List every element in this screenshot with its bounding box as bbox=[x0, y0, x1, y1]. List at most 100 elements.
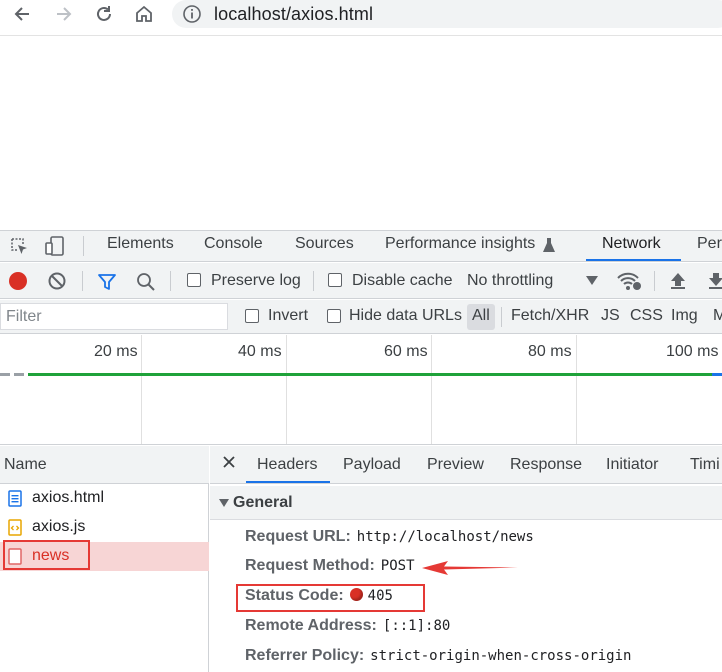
experiment-flask-icon bbox=[543, 238, 555, 252]
timeline-gridline bbox=[286, 335, 287, 444]
tab-initiator[interactable]: Initiator bbox=[606, 456, 658, 474]
home-icon bbox=[136, 5, 152, 22]
annotation-highlight-box bbox=[3, 540, 90, 570]
request-row-axios-html[interactable]: axios.html bbox=[0, 484, 209, 513]
reload-button[interactable] bbox=[90, 2, 118, 26]
request-row-axios-js[interactable]: axios.js bbox=[0, 513, 209, 542]
arrow-left-icon bbox=[14, 7, 29, 21]
timeline-tick: 100 ms bbox=[666, 343, 719, 360]
timeline-gridline bbox=[141, 335, 142, 444]
disable-cache-label[interactable]: Disable cache bbox=[352, 272, 453, 290]
inspect-element-icon[interactable] bbox=[9, 236, 29, 256]
preserve-log-checkbox[interactable] bbox=[187, 273, 201, 287]
section-title: General bbox=[233, 494, 293, 511]
request-list-header[interactable]: Name bbox=[0, 446, 209, 484]
export-har-icon[interactable] bbox=[706, 271, 722, 291]
tab-preview[interactable]: Preview bbox=[427, 456, 484, 474]
triangle-down-icon bbox=[219, 499, 229, 507]
clear-icon[interactable] bbox=[47, 271, 67, 291]
timeline-waiting-bar bbox=[0, 373, 28, 376]
device-toolbar-icon[interactable] bbox=[44, 235, 66, 257]
page-viewport bbox=[0, 37, 722, 230]
home-button[interactable] bbox=[130, 2, 158, 26]
filter-type-media[interactable]: M bbox=[713, 307, 722, 325]
close-icon[interactable] bbox=[222, 455, 236, 469]
name-column-header[interactable]: Name bbox=[4, 456, 47, 474]
toolbar-divider bbox=[83, 236, 84, 256]
filter-type-js[interactable]: JS bbox=[601, 307, 620, 325]
filter-type-img[interactable]: Img bbox=[671, 307, 698, 325]
tab-performance-insights[interactable]: Performance insights bbox=[385, 235, 535, 253]
disable-cache-checkbox[interactable] bbox=[328, 273, 342, 287]
hide-data-urls-label[interactable]: Hide data URLs bbox=[349, 307, 462, 325]
network-conditions-icon[interactable] bbox=[616, 270, 642, 292]
invert-label[interactable]: Invert bbox=[268, 307, 308, 325]
devtools-tab-bar: Elements Console Sources Performance ins… bbox=[0, 230, 722, 262]
timeline-gridline bbox=[576, 335, 577, 444]
toolbar-divider bbox=[654, 271, 655, 291]
tab-sources[interactable]: Sources bbox=[295, 235, 354, 253]
header-key: Request Method: bbox=[245, 557, 375, 574]
filter-type-fetch-xhr[interactable]: Fetch/XHR bbox=[511, 307, 589, 325]
tab-response[interactable]: Response bbox=[510, 456, 582, 474]
tab-payload[interactable]: Payload bbox=[343, 456, 401, 474]
script-icon bbox=[8, 519, 22, 536]
header-value: POST bbox=[380, 558, 415, 574]
toolbar-divider bbox=[313, 271, 314, 291]
address-bar[interactable]: localhost/axios.html bbox=[172, 0, 722, 28]
search-icon[interactable] bbox=[136, 272, 156, 292]
timeline-tick: 60 ms bbox=[384, 343, 428, 360]
header-row-request-method: Request Method: POST bbox=[245, 557, 415, 575]
browser-toolbar: localhost/axios.html bbox=[0, 0, 722, 36]
timeline-tick: 80 ms bbox=[528, 343, 572, 360]
toolbar-divider bbox=[82, 271, 83, 291]
request-name: axios.html bbox=[32, 489, 105, 506]
header-key: Referrer Policy: bbox=[245, 647, 365, 664]
tab-performance[interactable]: Perf bbox=[697, 235, 722, 253]
details-tab-bar: Headers Payload Preview Response Initiat… bbox=[210, 446, 722, 484]
info-icon[interactable] bbox=[182, 4, 202, 24]
back-button[interactable] bbox=[8, 2, 36, 26]
header-key: Request URL: bbox=[245, 528, 351, 545]
tab-elements[interactable]: Elements bbox=[107, 235, 174, 253]
record-icon[interactable] bbox=[8, 271, 28, 291]
header-value: [::1]:80 bbox=[382, 618, 451, 634]
tab-console[interactable]: Console bbox=[204, 235, 263, 253]
tab-timing[interactable]: Timi bbox=[690, 456, 720, 474]
toolbar-divider bbox=[501, 307, 502, 327]
tab-headers[interactable]: Headers bbox=[257, 456, 317, 474]
network-toolbar: Preserve log Disable cache No throttling bbox=[0, 263, 722, 299]
tab-network-indicator bbox=[586, 259, 681, 261]
tab-performance-insights-label: Performance insights bbox=[385, 235, 536, 252]
filter-type-all[interactable]: All bbox=[472, 307, 490, 325]
filter-type-css[interactable]: CSS bbox=[630, 307, 663, 325]
url-text[interactable]: localhost/axios.html bbox=[214, 4, 373, 25]
reload-icon bbox=[97, 6, 111, 21]
header-row-remote-address: Remote Address: [::1]:80 bbox=[245, 617, 450, 635]
request-list: Name axios.html axios.js news bbox=[0, 446, 209, 672]
import-har-icon[interactable] bbox=[668, 271, 688, 291]
header-value: strict-origin-when-cross-origin bbox=[370, 648, 632, 664]
timeline-load-marker bbox=[712, 373, 722, 376]
filter-input[interactable]: Filter bbox=[0, 303, 228, 330]
network-overview-timeline[interactable]: 20 ms 40 ms 60 ms 80 ms 100 ms bbox=[0, 335, 722, 445]
forward-button[interactable] bbox=[50, 2, 78, 26]
filter-bar: Filter Invert Hide data URLs All Fetch/X… bbox=[0, 300, 722, 334]
request-name: axios.js bbox=[32, 518, 86, 535]
general-section-header[interactable]: General bbox=[210, 486, 722, 520]
annotation-highlight-box bbox=[236, 584, 425, 612]
header-row-referrer-policy: Referrer Policy: strict-origin-when-cross… bbox=[245, 647, 631, 665]
header-key: Remote Address: bbox=[245, 617, 377, 634]
invert-checkbox[interactable] bbox=[245, 309, 259, 323]
request-details-panel: Headers Payload Preview Response Initiat… bbox=[210, 446, 722, 672]
annotation-arrow bbox=[422, 561, 518, 575]
caret-down-icon[interactable] bbox=[586, 276, 598, 286]
tab-network[interactable]: Network bbox=[602, 235, 661, 253]
tab-headers-indicator bbox=[246, 481, 330, 483]
preserve-log-label[interactable]: Preserve log bbox=[211, 272, 301, 290]
throttling-select[interactable]: No throttling bbox=[467, 272, 553, 290]
hide-data-urls-checkbox[interactable] bbox=[327, 309, 341, 323]
timeline-tick: 20 ms bbox=[94, 343, 138, 360]
timeline-gridline bbox=[431, 335, 432, 444]
filter-icon[interactable] bbox=[97, 272, 117, 292]
